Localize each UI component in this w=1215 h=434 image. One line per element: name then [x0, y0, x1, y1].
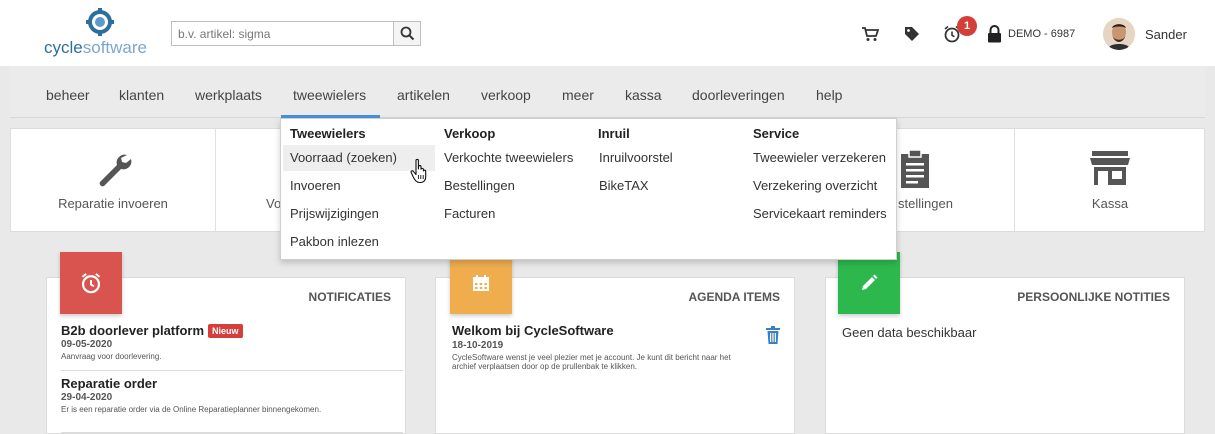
agenda-item-title: Welkom bij CycleSoftware — [452, 323, 614, 338]
tag-icon[interactable] — [902, 24, 922, 44]
store-icon — [1090, 151, 1130, 185]
notes-card-icon — [838, 252, 900, 314]
dropdown-col-title: Verkoop — [444, 126, 496, 141]
tile-label: Reparatie invoeren — [58, 196, 168, 211]
clipboard-icon — [901, 149, 929, 188]
dropdown-col-title: Inruil — [598, 126, 630, 141]
trash-icon[interactable] — [766, 326, 780, 344]
search-button[interactable] — [393, 22, 420, 45]
avatar[interactable] — [1103, 18, 1135, 50]
nav-verkoop[interactable]: verkoop — [481, 87, 531, 103]
nav-meer[interactable]: meer — [562, 87, 594, 103]
notification-title: B2b doorlever platform — [61, 323, 205, 338]
menu-item-biketax[interactable]: BikeTAX — [599, 178, 649, 193]
dropdown-col-title: Tweewielers — [290, 126, 366, 141]
lock-icon[interactable] — [984, 24, 1004, 44]
card-title: PERSOONLIJKE NOTITIES — [1017, 290, 1170, 304]
logo[interactable]: cyclesoftware — [44, 8, 156, 60]
notification-title: Reparatie order — [61, 376, 158, 391]
divider — [61, 370, 403, 371]
menu-item-bestellingen[interactable]: Bestellingen — [444, 178, 515, 193]
tile-label: Kassa — [1091, 196, 1129, 211]
menu-item-prijswijzigingen[interactable]: Prijswijzigingen — [290, 206, 379, 221]
main-nav — [10, 66, 1205, 118]
menu-item-voorraad[interactable]: Voorraad (zoeken) — [290, 150, 397, 165]
empty-state-text: Geen data beschikbaar — [842, 325, 977, 340]
menu-item-facturen[interactable]: Facturen — [444, 206, 495, 221]
agenda-item-desc: CycleSoftware wenst je veel plezier met … — [452, 353, 731, 371]
card-title: AGENDA ITEMS — [688, 290, 780, 304]
nav-doorleveringen[interactable]: doorleveringen — [692, 87, 785, 103]
menu-item-verzekering-overzicht[interactable]: Verzekering overzicht — [753, 178, 877, 193]
pencil-icon — [862, 274, 878, 290]
tile-kassa[interactable]: Kassa — [1015, 129, 1205, 231]
nav-kassa[interactable]: kassa — [625, 87, 662, 103]
nav-artikelen[interactable]: artikelen — [397, 87, 450, 103]
hand-cursor-icon — [410, 158, 427, 184]
nav-werkplaats[interactable]: werkplaats — [195, 87, 262, 103]
notification-badge[interactable]: 1 — [957, 16, 977, 36]
wrench-icon — [99, 154, 132, 187]
list-item[interactable]: B2b doorlever platform Nieuw 09-05-2020 A… — [61, 323, 403, 361]
nav-help[interactable]: help — [816, 87, 842, 103]
notification-desc: Aanvraag voor doorlevering. — [61, 352, 162, 361]
nav-klanten[interactable]: klanten — [119, 87, 164, 103]
alarm-icon — [81, 273, 101, 294]
agenda-card-icon — [450, 252, 512, 314]
notifications-card-icon — [60, 252, 122, 314]
menu-item-invoeren[interactable]: Invoeren — [290, 178, 341, 193]
calendar-icon — [473, 275, 489, 291]
notification-date: 09-05-2020 — [61, 339, 113, 350]
nav-beheer[interactable]: beheer — [46, 87, 90, 103]
agenda-item-date: 18-10-2019 — [452, 340, 504, 351]
nav-tweewielers[interactable]: tweewielers — [293, 87, 366, 103]
divider — [61, 432, 403, 433]
cart-icon[interactable] — [860, 24, 880, 44]
tweewielers-dropdown: Tweewielers Voorraad (zoeken) Invoeren P… — [280, 118, 897, 260]
top-bar: cyclesoftware 1 DEMO - 6987 Sander — [0, 0, 1215, 66]
search-input[interactable] — [172, 22, 394, 45]
menu-item-inruilvoorstel[interactable]: Inruilvoorstel — [599, 150, 673, 165]
menu-item-verkochte-tweewielers[interactable]: Verkochte tweewielers — [444, 150, 573, 165]
user-name[interactable]: Sander — [1145, 27, 1187, 42]
card-title: NOTIFICATIES — [308, 290, 391, 304]
logo-text: cyclesoftware — [44, 38, 147, 57]
account-label[interactable]: DEMO - 6987 — [1008, 28, 1075, 40]
tile-reparatie-invoeren[interactable]: Reparatie invoeren — [11, 129, 216, 231]
menu-item-pakbon-inlezen[interactable]: Pakbon inlezen — [290, 234, 379, 249]
status-badge: Nieuw — [208, 323, 243, 338]
notification-date: 29-04-2020 — [61, 392, 113, 403]
dropdown-col-title: Service — [753, 126, 800, 141]
gear-logo-icon — [86, 8, 114, 36]
notification-desc: Er is een reparatie order via de Online … — [61, 405, 322, 414]
list-item[interactable]: Reparatie order 29-04-2020 Er is een rep… — [61, 376, 403, 414]
search-icon — [400, 26, 414, 41]
search-box — [171, 21, 421, 46]
menu-item-servicekaart-reminders[interactable]: Servicekaart reminders — [753, 206, 887, 221]
menu-item-tweewieler-verzekeren[interactable]: Tweewieler verzekeren — [753, 150, 886, 165]
